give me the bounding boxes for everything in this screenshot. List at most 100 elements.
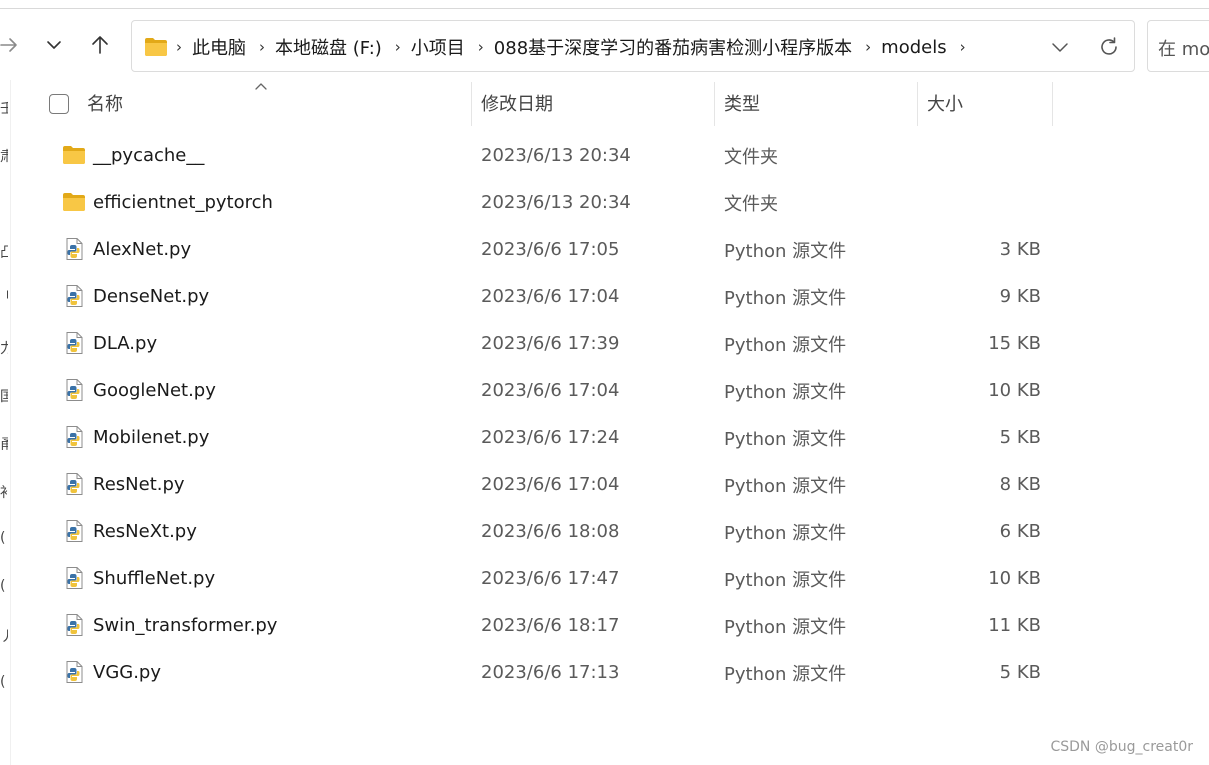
- file-size: 9 KB: [999, 286, 1041, 307]
- file-type: Python 源文件: [724, 334, 847, 356]
- select-all-checkbox[interactable]: [49, 94, 69, 114]
- nav-item-fragment[interactable]: (: [0, 530, 8, 546]
- file-size: 8 KB: [999, 474, 1041, 495]
- folder-icon: [63, 146, 85, 164]
- nav-item-fragment[interactable]: 补: [0, 482, 8, 502]
- file-row[interactable]: ShuffleNet.py 2023/6/6 17:47 Python 源文件 10 …: [40, 555, 1060, 602]
- folder-icon: [63, 193, 85, 211]
- file-name[interactable]: ResNet.py: [93, 461, 185, 508]
- breadcrumb-separator[interactable]: ›: [176, 38, 182, 56]
- python-file-icon: [66, 238, 83, 260]
- address-bar[interactable]: › 此电脑 › 本地磁盘 (F:) › 小项目 › 088基于深度学习的番茄病害…: [131, 20, 1135, 72]
- file-modified-date: 2023/6/6 17:05: [481, 239, 620, 260]
- arrow-right-icon: [0, 38, 17, 52]
- file-name[interactable]: AlexNet.py: [93, 226, 191, 273]
- navigation-pane[interactable]: 壬 肃 凸 刂 力 国 甬 补 ( ( 丿 (: [0, 80, 10, 765]
- breadcrumb-models[interactable]: models: [881, 37, 946, 58]
- refresh-icon: [1101, 37, 1117, 55]
- breadcrumb-separator[interactable]: ›: [259, 38, 265, 56]
- column-divider[interactable]: [471, 82, 472, 126]
- column-divider[interactable]: [917, 82, 918, 126]
- file-row[interactable]: efficientnet_pytorch 2023/6/13 20:34 文件夹: [40, 179, 1060, 226]
- column-header-name[interactable]: 名称: [87, 80, 467, 126]
- file-row[interactable]: VGG.py 2023/6/6 17:13 Python 源文件 5 KB: [40, 649, 1060, 696]
- nav-item-fragment[interactable]: (: [0, 674, 8, 690]
- file-size: 11 KB: [988, 615, 1041, 636]
- file-type: Python 源文件: [724, 428, 847, 450]
- breadcrumb-project-folder[interactable]: 088基于深度学习的番茄病害检测小程序版本: [494, 34, 852, 60]
- nav-item-fragment[interactable]: 壬: [0, 98, 8, 118]
- forward-button[interactable]: [0, 30, 24, 60]
- search-box[interactable]: 在 mo: [1147, 20, 1209, 72]
- column-header-date[interactable]: 修改日期: [481, 80, 711, 126]
- up-button[interactable]: [85, 30, 115, 60]
- file-type: Python 源文件: [724, 663, 847, 685]
- window-top-border: [0, 8, 1209, 9]
- column-header-date-label: 修改日期: [481, 94, 553, 115]
- nav-item-fragment[interactable]: (: [0, 578, 8, 594]
- file-row[interactable]: GoogleNet.py 2023/6/6 17:04 Python 源文件 10 K…: [40, 367, 1060, 414]
- nav-item-fragment[interactable]: 甬: [0, 434, 8, 454]
- file-name[interactable]: VGG.py: [93, 649, 161, 696]
- breadcrumb-separator[interactable]: ›: [960, 38, 966, 56]
- file-row[interactable]: DLA.py 2023/6/6 17:39 Python 源文件 15 KB: [40, 320, 1060, 367]
- file-name[interactable]: ShuffleNet.py: [93, 555, 215, 602]
- column-header-type[interactable]: 类型: [724, 80, 914, 126]
- file-row[interactable]: DenseNet.py 2023/6/6 17:04 Python 源文件 9 KB: [40, 273, 1060, 320]
- file-size: 10 KB: [988, 568, 1041, 589]
- file-name[interactable]: DLA.py: [93, 320, 157, 367]
- file-name[interactable]: efficientnet_pytorch: [93, 179, 273, 226]
- file-modified-date: 2023/6/6 17:04: [481, 380, 620, 401]
- file-type: Python 源文件: [724, 381, 847, 403]
- breadcrumb: › 此电脑 › 本地磁盘 (F:) › 小项目 › 088基于深度学习的番茄病害…: [176, 21, 976, 73]
- chevron-down-icon: [47, 41, 61, 49]
- breadcrumb-this-pc[interactable]: 此电脑: [192, 34, 246, 60]
- column-divider[interactable]: [1052, 82, 1053, 126]
- column-header-name-label: 名称: [87, 94, 123, 115]
- nav-item-fragment[interactable]: 肃: [0, 146, 8, 166]
- file-size: 5 KB: [999, 662, 1041, 683]
- watermark: CSDN @bug_creat0r: [1050, 739, 1193, 755]
- file-modified-date: 2023/6/13 20:34: [481, 145, 631, 166]
- breadcrumb-separator[interactable]: ›: [865, 38, 871, 56]
- refresh-button[interactable]: [1096, 34, 1122, 60]
- file-type: Python 源文件: [724, 475, 847, 497]
- recent-locations-button[interactable]: [39, 30, 69, 60]
- file-type: Python 源文件: [724, 287, 847, 309]
- file-name[interactable]: GoogleNet.py: [93, 367, 216, 414]
- file-size: 15 KB: [988, 333, 1041, 354]
- nav-item-fragment[interactable]: 力: [0, 338, 8, 358]
- file-name[interactable]: DenseNet.py: [93, 273, 209, 320]
- file-row[interactable]: ResNet.py 2023/6/6 17:04 Python 源文件 8 KB: [40, 461, 1060, 508]
- file-row[interactable]: ResNeXt.py 2023/6/6 18:08 Python 源文件 6 KB: [40, 508, 1060, 555]
- nav-item-fragment[interactable]: 丿: [0, 626, 8, 646]
- file-modified-date: 2023/6/6 18:17: [481, 615, 620, 636]
- file-row[interactable]: Swin_transformer.py 2023/6/6 18:17 Python …: [40, 602, 1060, 649]
- breadcrumb-separator[interactable]: ›: [478, 38, 484, 56]
- file-type: Python 源文件: [724, 616, 847, 638]
- column-header-size-label: 大小: [927, 94, 963, 115]
- arrow-up-icon: [92, 36, 108, 54]
- breadcrumb-local-disk[interactable]: 本地磁盘 (F:): [275, 34, 382, 60]
- nav-item-fragment[interactable]: 凸: [0, 242, 8, 262]
- file-name[interactable]: Mobilenet.py: [93, 414, 209, 461]
- file-row[interactable]: Mobilenet.py 2023/6/6 17:24 Python 源文件 5 KB: [40, 414, 1060, 461]
- file-row[interactable]: __pycache__ 2023/6/13 20:34 文件夹: [40, 132, 1060, 179]
- column-divider[interactable]: [714, 82, 715, 126]
- file-modified-date: 2023/6/13 20:34: [481, 192, 631, 213]
- file-name[interactable]: __pycache__: [93, 132, 204, 179]
- address-history-button[interactable]: [1048, 35, 1072, 59]
- nav-item-fragment[interactable]: 国: [0, 386, 8, 406]
- column-header-size[interactable]: 大小: [927, 80, 1047, 126]
- file-size: 5 KB: [999, 427, 1041, 448]
- file-type: Python 源文件: [724, 522, 847, 544]
- breadcrumb-small-projects[interactable]: 小项目: [411, 34, 465, 60]
- file-name[interactable]: ResNeXt.py: [93, 508, 197, 555]
- file-row[interactable]: AlexNet.py 2023/6/6 17:05 Python 源文件 3 KB: [40, 226, 1060, 273]
- file-name[interactable]: Swin_transformer.py: [93, 602, 277, 649]
- breadcrumb-separator[interactable]: ›: [395, 38, 401, 56]
- nav-item-fragment[interactable]: 刂: [0, 286, 8, 306]
- file-modified-date: 2023/6/6 17:04: [481, 474, 620, 495]
- folder-icon: [145, 38, 167, 56]
- pane-divider: [10, 80, 11, 765]
